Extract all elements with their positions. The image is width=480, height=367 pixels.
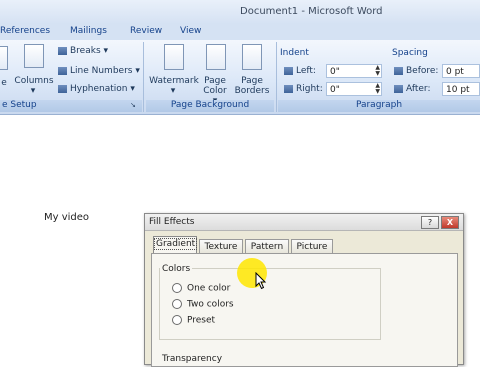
page-borders-icon[interactable] <box>242 44 262 70</box>
tab-view[interactable]: View <box>180 26 201 36</box>
indent-right-input[interactable]: 0" ▲ ▼ <box>326 82 382 96</box>
one-color-radio[interactable] <box>172 283 182 293</box>
page-color-icon[interactable] <box>206 44 226 70</box>
watermark-button[interactable]: Watermark <box>148 76 200 86</box>
indent-left-row: Left: <box>284 66 316 76</box>
breaks-label: Breaks <box>70 46 101 56</box>
preset-radio[interactable] <box>172 315 182 325</box>
one-color-label: One color <box>187 283 231 294</box>
help-button[interactable]: ? <box>421 216 439 229</box>
dialog-title-bar[interactable]: Fill Effects ? X <box>145 214 463 231</box>
spacing-before-input[interactable]: 0 pt <box>442 64 480 78</box>
tab-mailings[interactable]: Mailings <box>70 26 107 36</box>
spacing-before-row: Before: <box>394 66 438 76</box>
window-title: Document1 - Microsoft Word <box>240 6 383 17</box>
columns-dropdown-icon[interactable]: ▾ <box>28 86 38 96</box>
page-color-label-2: Color <box>203 86 227 96</box>
spacing-before-label: Before: <box>406 66 439 76</box>
watermark-icon[interactable] <box>164 44 184 70</box>
tab-review[interactable]: Review <box>130 26 162 36</box>
indent-right-icon <box>284 84 293 93</box>
mouse-pointer-icon <box>255 272 267 290</box>
paragraph-group-label: Paragraph <box>278 100 480 112</box>
title-bar: Document1 - Microsoft Word <box>0 0 480 24</box>
spacing-after-label: After: <box>406 84 431 94</box>
page-borders-label-2: Borders <box>234 86 270 96</box>
columns-button[interactable]: Columns <box>14 76 54 86</box>
indent-right-row: Right: <box>284 84 323 94</box>
spacing-after-value: 10 pt <box>446 85 470 95</box>
fill-effects-dialog: Fill Effects ? X Gradient Texture Patter… <box>144 213 464 367</box>
watermark-dropdown-icon[interactable]: ▾ <box>168 86 178 96</box>
page-color-label-1: Page <box>204 76 226 86</box>
tab-gradient-label: Gradient <box>154 238 198 250</box>
page-borders-label-1: Page <box>241 76 263 86</box>
indent-left-label: Left: <box>296 66 316 76</box>
indent-heading: Indent <box>280 48 309 58</box>
spacing-after-input[interactable]: 10 pt <box>442 82 480 96</box>
breaks-icon <box>58 46 67 55</box>
gradient-panel: Colors One color Two colors Preset Trans… <box>151 253 458 367</box>
tab-gradient[interactable]: Gradient <box>153 236 198 254</box>
indent-left-input[interactable]: 0" ▲ ▼ <box>326 64 382 78</box>
two-colors-label: Two colors <box>187 299 234 310</box>
breaks-button[interactable]: Breaks ▾ <box>58 46 108 56</box>
spacing-before-value: 0 pt <box>446 67 464 77</box>
close-button[interactable]: X <box>441 216 459 229</box>
group-separator <box>276 42 277 112</box>
hyphenation-icon <box>58 84 67 93</box>
ribbon: e Columns ▾ Breaks ▾ Line Numbers ▾ Hyph… <box>0 40 480 115</box>
margins-icon[interactable] <box>0 46 8 70</box>
line-numbers-button[interactable]: Line Numbers ▾ <box>58 66 140 76</box>
indent-right-spinner-icon[interactable]: ▲ ▼ <box>375 83 380 95</box>
two-colors-radio[interactable] <box>172 299 182 309</box>
tab-references[interactable]: References <box>0 26 50 36</box>
line-numbers-label: Line Numbers <box>70 66 133 76</box>
indent-left-spinner-icon[interactable]: ▲ ▼ <box>375 65 380 77</box>
indent-right-value: 0" <box>330 85 340 95</box>
page-setup-launcher-icon[interactable]: ↘ <box>130 101 136 109</box>
spacing-before-icon <box>394 66 403 75</box>
spacing-heading: Spacing <box>392 48 428 58</box>
indent-right-label: Right: <box>296 84 323 94</box>
spacing-after-icon <box>394 84 403 93</box>
preset-label: Preset <box>187 315 216 326</box>
page-setup-group-label: e Setup <box>0 100 142 112</box>
colors-label: Colors <box>160 264 193 274</box>
columns-icon[interactable] <box>24 44 44 68</box>
one-color-option[interactable]: One color <box>172 283 230 294</box>
line-numbers-icon <box>58 66 67 75</box>
group-separator <box>143 42 144 112</box>
indent-left-value: 0" <box>330 67 340 77</box>
hyphenation-button[interactable]: Hyphenation ▾ <box>58 84 135 94</box>
preset-option[interactable]: Preset <box>172 315 215 326</box>
transparency-label: Transparency <box>160 354 225 364</box>
hyphenation-label: Hyphenation <box>70 84 128 94</box>
dialog-title: Fill Effects <box>149 217 195 227</box>
indent-left-icon <box>284 66 293 75</box>
page-background-group-label: Page Background <box>146 100 274 112</box>
tab-picture[interactable]: Picture <box>291 239 333 254</box>
tab-pattern[interactable]: Pattern <box>245 239 289 254</box>
tab-texture[interactable]: Texture <box>199 239 243 254</box>
document-text[interactable]: My video <box>44 212 89 223</box>
two-colors-option[interactable]: Two colors <box>172 299 234 310</box>
ribbon-tabs: References Mailings Review View <box>0 24 480 40</box>
page-borders-button[interactable]: Page Borders <box>234 76 270 96</box>
spacing-after-row: After: <box>394 84 431 94</box>
margins-button-partial[interactable]: e <box>0 78 8 88</box>
